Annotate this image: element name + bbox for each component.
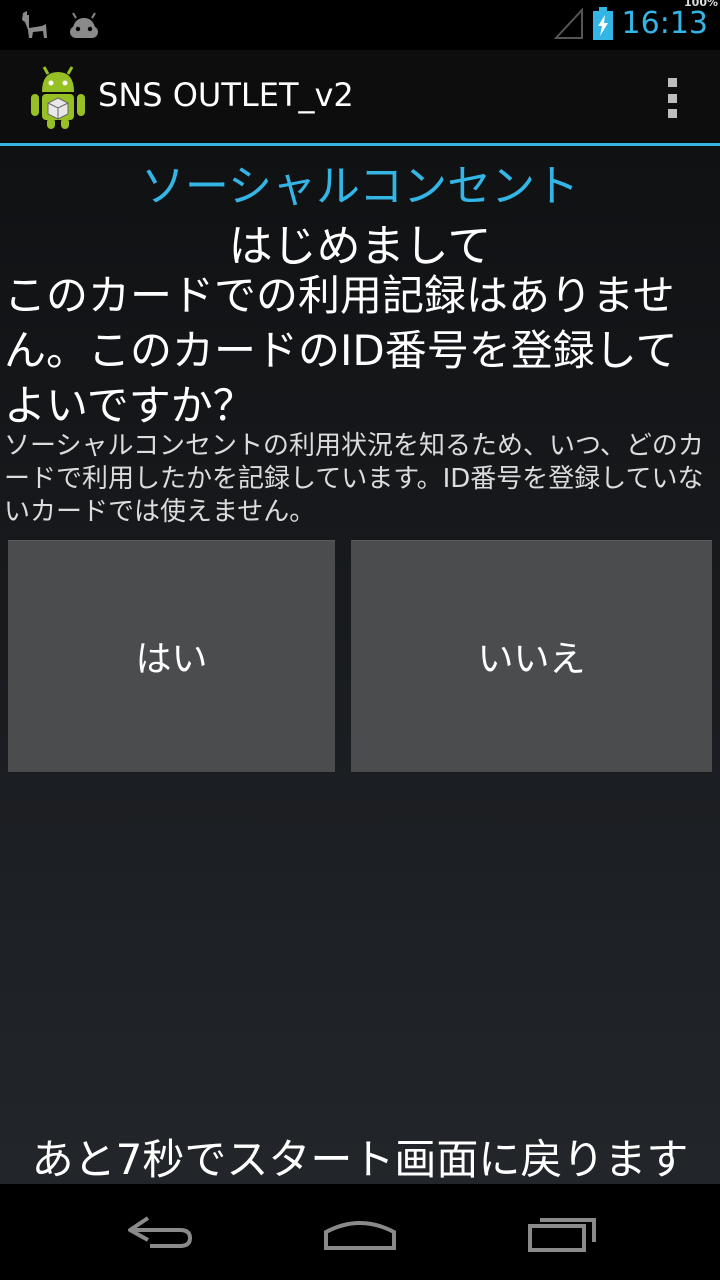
register-question: このカードでの利用記録はありません。このカードのID番号を登録してよいですか？ — [4, 271, 678, 430]
battery-icon — [592, 6, 613, 40]
status-bar: 16:13 100% — [0, 0, 720, 50]
home-icon[interactable] — [320, 1206, 400, 1256]
battery-percent: 100% — [684, 0, 718, 9]
navigation-bar — [0, 1184, 720, 1280]
android-head-icon — [70, 12, 98, 38]
android-robot-icon[interactable] — [28, 64, 88, 130]
recent-apps-icon[interactable] — [522, 1206, 602, 1256]
explanation-text: ソーシャルコンセントの利用状況を知るため、いつ、どのカードで利用したかを記録して… — [4, 431, 704, 527]
countdown-text: あと7秒でスタート画面に戻ります — [31, 1135, 689, 1184]
overflow-menu-icon[interactable] — [664, 78, 680, 118]
status-indicators: 16:13 — [553, 6, 708, 41]
no-button[interactable]: いいえ — [351, 540, 712, 772]
llama-icon — [22, 11, 47, 38]
notification-icons — [18, 10, 102, 40]
action-bar: SNS OUTLET_v2 — [0, 50, 720, 146]
back-icon[interactable] — [120, 1206, 200, 1256]
signal-icon — [553, 7, 583, 39]
main-content: ソーシャルコンセント はじめまして このカードでの利用記録はありません。このカー… — [0, 146, 720, 1184]
screen-title: ソーシャルコンセント — [140, 161, 580, 212]
app-title: SNS OUTLET_v2 — [98, 76, 354, 114]
yes-button[interactable]: はい — [8, 540, 335, 772]
greeting-text: はじめまして — [228, 221, 492, 272]
clock: 16:13 — [621, 6, 708, 41]
